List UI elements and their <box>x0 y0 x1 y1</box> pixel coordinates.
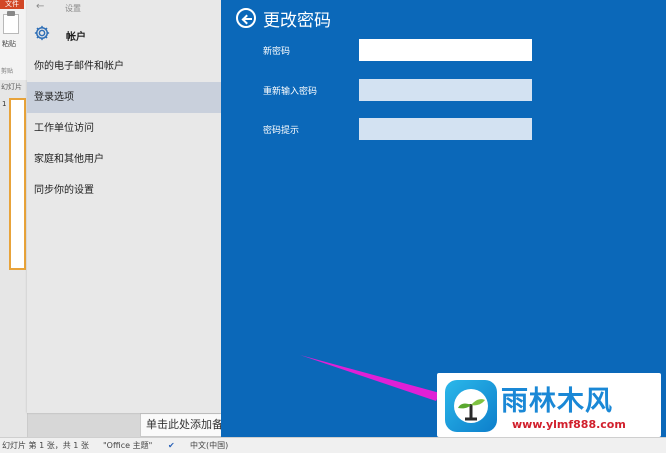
confirm-password-label: 重新输入密码 <box>263 87 318 97</box>
nav-item-email-accounts[interactable]: 你的电子邮件和帐户 <box>27 51 221 82</box>
status-bar: 幻灯片 第 1 张，共 1 张 "Office 主题" ✔ 中文(中国) <box>0 437 666 453</box>
watermark-title: 雨林木风 <box>501 386 613 417</box>
back-circle-icon[interactable] <box>236 8 256 28</box>
status-slide-info: 幻灯片 第 1 张，共 1 张 <box>2 441 89 450</box>
paste-icon[interactable] <box>3 11 19 34</box>
password-hint-label: 密码提示 <box>263 126 300 136</box>
nav-item-work-access[interactable]: 工作单位访问 <box>27 113 221 144</box>
notes-pane[interactable]: 单击此处添加备注 <box>140 413 224 437</box>
confirm-password-input[interactable] <box>359 79 532 101</box>
page-title: 帐户 <box>66 32 86 43</box>
clipboard-label: 剪贴 <box>1 68 14 75</box>
password-hint-input[interactable] <box>359 118 532 140</box>
ribbon: 文件 粘贴 剪贴 <box>0 0 28 80</box>
back-arrow-icon[interactable]: ← <box>36 1 44 12</box>
status-language[interactable]: 中文(中国) <box>190 438 228 453</box>
panel-title: 更改密码 <box>263 11 331 31</box>
status-theme: "Office 主题" <box>103 441 153 450</box>
watermark-url: www.ylmf888.com <box>512 418 626 431</box>
slides-pane: 幻灯片 1 <box>0 80 28 437</box>
breadcrumb: 设置 <box>65 4 81 13</box>
tree-logo-icon <box>445 380 497 432</box>
slide-thumbnail[interactable] <box>9 98 26 270</box>
new-password-label: 新密码 <box>263 47 291 57</box>
new-password-input[interactable] <box>359 39 532 61</box>
settings-window: ← 设置 帐户 你的电子邮件和帐户 登录选项 工作单位访问 家庭和其他用户 同步… <box>27 0 221 413</box>
nav-item-sign-in-options[interactable]: 登录选项 <box>27 82 221 113</box>
paste-label: 粘贴 <box>2 40 16 48</box>
slides-pane-label: 幻灯片 <box>1 83 22 91</box>
file-tab[interactable]: 文件 <box>0 0 24 9</box>
watermark-logo: 雨林木风 www.ylmf888.com <box>437 373 661 437</box>
change-password-panel: 更改密码 新密码 重新输入密码 密码提示 <box>221 0 666 437</box>
gear-icon <box>34 25 50 41</box>
nav-item-family-users[interactable]: 家庭和其他用户 <box>27 144 221 175</box>
spellcheck-icon[interactable]: ✔ <box>168 438 175 453</box>
slide-number: 1 <box>2 100 7 108</box>
nav-item-sync-settings[interactable]: 同步你的设置 <box>27 175 221 206</box>
